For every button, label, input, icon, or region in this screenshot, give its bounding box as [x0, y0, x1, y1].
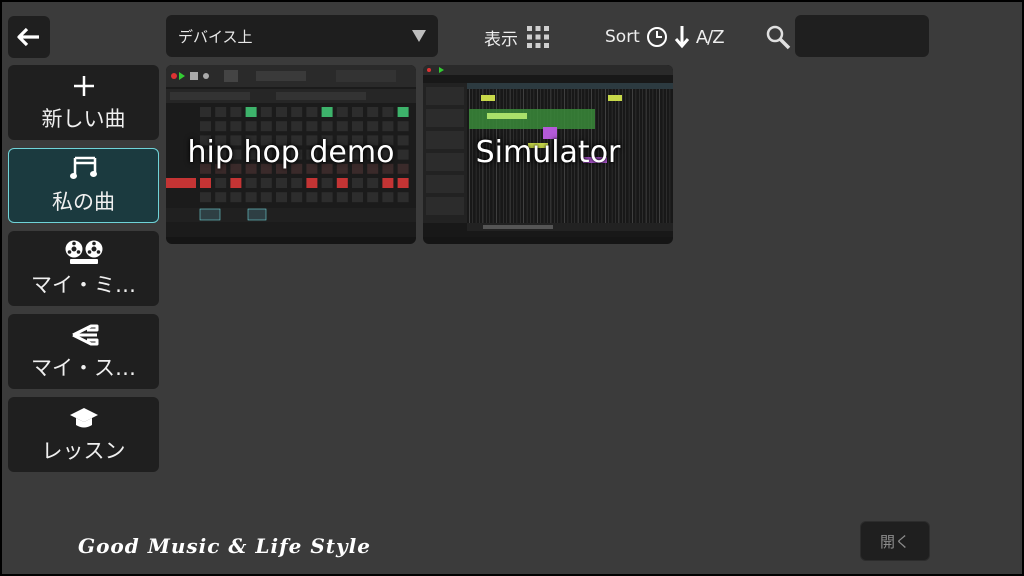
chevron-down-icon	[412, 30, 426, 42]
back-button[interactable]	[8, 16, 50, 58]
sidebar-item-my-songs[interactable]: 私の曲	[8, 148, 159, 223]
clock-icon	[646, 27, 667, 47]
sidebar-item-label: 新しい曲	[41, 106, 126, 131]
music-note-icon	[69, 156, 98, 182]
song-card-hip-hop-demo[interactable]: hip hop demo	[166, 65, 416, 244]
view-mode-button[interactable]: 表示	[484, 22, 550, 52]
stack-icon	[69, 322, 99, 348]
location-dropdown[interactable]: デバイス上	[166, 15, 438, 57]
song-title: hip hop demo	[187, 135, 395, 170]
open-button-label: 開く	[879, 532, 910, 551]
sidebar-item-new-song[interactable]: 新しい曲	[8, 65, 159, 140]
search-icon	[766, 25, 791, 50]
app-window: デバイス上 表示 Sort A/Z 新しい曲 私の曲 マイ・ミ… マイ・ス… レ…	[2, 2, 1022, 574]
sidebar-item-label: レッスン	[41, 438, 126, 463]
sort-label: Sort	[605, 27, 640, 47]
search-input[interactable]	[795, 15, 929, 57]
location-dropdown-value: デバイス上	[178, 27, 253, 46]
song-title: Simulator	[475, 135, 621, 170]
tagline: Good Music & Life Style	[78, 534, 371, 558]
open-button[interactable]: 開く	[860, 521, 930, 561]
sidebar-item-lessons[interactable]: レッスン	[8, 397, 159, 472]
tape-reel-icon	[64, 239, 104, 265]
sort-button[interactable]: Sort A/Z	[605, 22, 725, 52]
sidebar-item-label: 私の曲	[52, 189, 115, 214]
song-card-simulator[interactable]: Simulator	[423, 65, 673, 244]
back-arrow-icon	[17, 27, 39, 47]
graduation-cap-icon	[69, 405, 99, 431]
sidebar-item-my-styles[interactable]: マイ・ス…	[8, 314, 159, 389]
view-mode-label: 表示	[484, 29, 518, 50]
grid-icon	[527, 26, 549, 48]
sidebar-item-label: マイ・ミ…	[31, 272, 136, 297]
arrow-down-icon	[674, 26, 689, 49]
sidebar-item-my-mixes[interactable]: マイ・ミ…	[8, 231, 159, 306]
plus-icon	[72, 73, 96, 99]
sort-az-label: A/Z	[695, 26, 725, 48]
sidebar-item-label: マイ・ス…	[31, 355, 136, 380]
